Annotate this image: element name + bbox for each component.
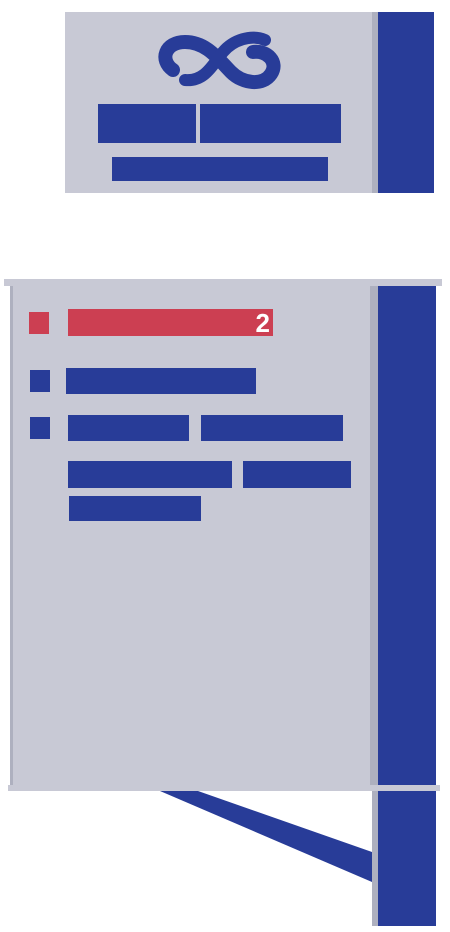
directory-row-line [68,415,189,441]
directory-row-line [69,496,201,521]
directory-panel-right-edge [370,286,378,785]
directory-panel-left-edge [10,286,13,785]
directory-top-rail [4,279,442,286]
row-marker [30,370,50,392]
row-marker [30,417,50,439]
highlighted-directory-row: 2 [68,309,273,336]
directory-row-line [201,415,343,441]
highlighted-row-marker [29,312,49,334]
infinity-symbol-icon [155,30,285,92]
lower-post [378,791,436,926]
directory-panel [10,286,372,785]
row-number-label: 2 [255,307,270,338]
sign-title-line-1b [200,104,341,143]
sign-subtitle-line [112,157,328,181]
directory-row-line [66,368,256,394]
top-sign-post [378,12,434,193]
sign-title-line-1a [98,104,196,143]
directory-row-line [243,461,351,488]
directory-post [378,286,436,785]
directory-row-line [68,461,232,488]
